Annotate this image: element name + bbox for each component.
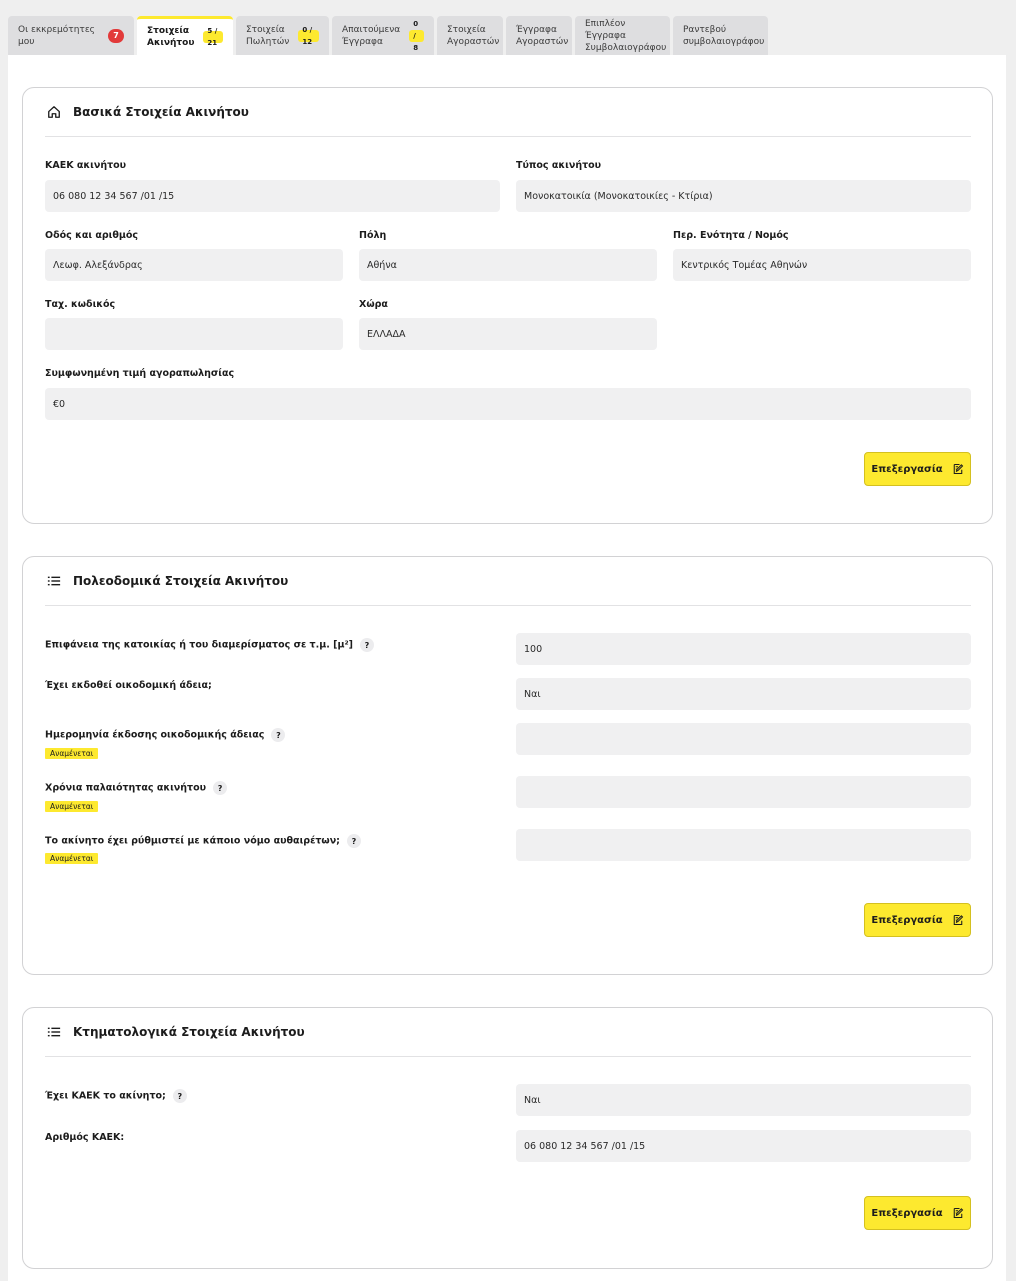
tab-label: Οι εκκρεμότητες μου [18, 24, 95, 47]
basic-details-card: Βασικά Στοιχεία Ακινήτου ΚΑΕΚ ακινήτου 0… [22, 87, 993, 524]
list-icon [47, 576, 61, 586]
help-icon[interactable]: ? [271, 728, 286, 742]
area-label-text: Επιφάνεια της κατοικίας ή του διαμερίσμα… [45, 639, 353, 651]
progress-badge: 0 / 12 [298, 26, 319, 46]
card-title: Βασικά Στοιχεία Ακινήτου [73, 105, 249, 119]
progress-badge: 0 / 8 [409, 20, 424, 52]
pending-badge: Αναμένεται [45, 853, 99, 864]
area-field[interactable]: 100 [516, 633, 971, 665]
age-field[interactable] [516, 776, 971, 808]
tab-label: Στοιχεία Αγοραστών [447, 24, 500, 47]
pending-count-badge: 7 [108, 28, 124, 43]
kaek-label: ΚΑΕΚ ακινήτου [45, 160, 127, 171]
country-field[interactable]: ΕΛΛΑΔΑ [359, 318, 657, 350]
zip-field[interactable] [45, 318, 343, 350]
tab-property-details[interactable]: Στοιχεία Ακινήτου 5 / 21 [137, 16, 233, 55]
permit-field[interactable]: Ναι [516, 678, 971, 710]
has-kaek-label: Έχει ΚΑΕΚ το ακίνητο;? [45, 1089, 187, 1103]
age-label-text: Χρόνια παλαιότητας ακινήτου [45, 782, 207, 794]
help-icon[interactable]: ? [213, 781, 228, 795]
price-field[interactable]: €0 [45, 388, 971, 420]
pending-badge: Αναμένεται [45, 748, 99, 759]
edit-button[interactable]: Επεξεργασία [864, 1196, 971, 1230]
permit-label-text: Έχει εκδοθεί οικοδομική άδεια; [45, 680, 212, 691]
area-label: Επιφάνεια της κατοικίας ή του διαμερίσμα… [45, 638, 374, 652]
edit-icon [953, 914, 963, 926]
card-header: Βασικά Στοιχεία Ακινήτου [45, 88, 971, 137]
permit-date-label-text: Ημερομηνία έκδοσης οικοδομικής άδειας [45, 729, 265, 741]
zip-label: Ταχ. κωδικός [45, 299, 116, 310]
edit-button[interactable]: Επεξεργασία [864, 903, 971, 937]
illegal-regularization-label: Το ακίνητο έχει ρύθμιστεί με κάποιο νόμο… [45, 834, 361, 848]
edit-icon [953, 463, 963, 475]
card-title: Πολεοδομικά Στοιχεία Ακινήτου [73, 574, 289, 588]
card-header: Πολεοδομικά Στοιχεία Ακινήτου [45, 557, 971, 606]
kaek-number-label-text: Αριθμός ΚΑΕΚ: [45, 1132, 125, 1143]
price-label: Συμφωνημένη τιμή αγοραπωλησίας [45, 368, 235, 379]
edit-button-label: Επεξεργασία [871, 914, 943, 926]
has-kaek-label-text: Έχει ΚΑΕΚ το ακίνητο; [45, 1090, 166, 1102]
list-icon [47, 1027, 61, 1037]
edit-icon [953, 1207, 963, 1219]
tab-buyers-documents[interactable]: Έγγραφα Αγοραστών [506, 16, 572, 55]
card-title: Κτηματολογικά Στοιχεία Ακινήτου [73, 1025, 305, 1039]
help-icon[interactable]: ? [359, 638, 374, 652]
region-label: Περ. Ενότητα / Νομός [673, 230, 789, 241]
tab-sellers-details[interactable]: Στοιχεία Πωλητών 0 / 12 [236, 16, 329, 55]
tab-bar: Οι εκκρεμότητες μου 7 Στοιχεία Ακινήτου … [8, 16, 768, 55]
illegal-regularization-label-text: Το ακίνητο έχει ρύθμιστεί με κάποιο νόμο… [45, 835, 340, 847]
street-field[interactable]: Λεωφ. Αλεξάνδρας [45, 249, 343, 281]
city-label: Πόλη [359, 230, 387, 241]
home-icon [48, 106, 60, 118]
pending-badge: Αναμένεται [45, 801, 99, 812]
tab-notary-appointment[interactable]: Ραντεβού συμβολαιογράφου [673, 16, 768, 55]
cadastral-details-card: Κτηματολογικά Στοιχεία Ακινήτου Έχει ΚΑΕ… [22, 1007, 993, 1269]
street-label: Οδός και αριθμός [45, 230, 139, 241]
urban-details-card: Πολεοδομικά Στοιχεία Ακινήτου Επιφάνεια … [22, 556, 993, 975]
property-type-field[interactable]: Μονοκατοικία (Μονοκατοικίες - Κτίρια) [516, 180, 971, 212]
progress-badge: 5 / 21 [203, 27, 223, 47]
region-field[interactable]: Κεντρικός Τομέας Αθηνών [673, 249, 971, 281]
permit-date-label: Ημερομηνία έκδοσης οικοδομικής άδειας? [45, 728, 286, 742]
tab-my-pending[interactable]: Οι εκκρεμότητες μου 7 [8, 16, 134, 55]
property-type-label: Τύπος ακινήτου [516, 160, 602, 171]
country-label: Χώρα [359, 299, 388, 310]
edit-button-label: Επεξεργασία [871, 463, 943, 475]
kaek-field[interactable]: 06 080 12 34 567 /01 /15 [45, 180, 500, 212]
edit-button[interactable]: Επεξεργασία [864, 452, 971, 486]
main-content: Βασικά Στοιχεία Ακινήτου ΚΑΕΚ ακινήτου 0… [8, 55, 1006, 1281]
permit-date-field[interactable] [516, 723, 971, 755]
tab-label: Στοιχεία Πωλητών [246, 24, 290, 47]
tab-extra-notary-documents[interactable]: Επιπλέον Έγγραφα Συμβολαιογράφου [575, 16, 670, 55]
tab-label: Απαιτούμενα Έγγραφα [342, 24, 401, 47]
age-label: Χρόνια παλαιότητας ακινήτου? [45, 781, 228, 795]
card-header: Κτηματολογικά Στοιχεία Ακινήτου [45, 1008, 971, 1057]
kaek-number-field[interactable]: 06 080 12 34 567 /01 /15 [516, 1130, 971, 1162]
edit-button-label: Επεξεργασία [871, 1207, 943, 1219]
has-kaek-field[interactable]: Ναι [516, 1084, 971, 1116]
tab-label: Επιπλέον Έγγραφα Συμβολαιογράφου [585, 18, 667, 53]
tab-label: Στοιχεία Ακινήτου [147, 26, 195, 48]
tab-label: Ραντεβού συμβολαιογράφου [683, 24, 765, 47]
tab-label: Έγγραφα Αγοραστών [516, 24, 569, 47]
permit-label: Έχει εκδοθεί οικοδομική άδεια; [45, 680, 212, 691]
city-field[interactable]: Αθήνα [359, 249, 657, 281]
tab-buyers-details[interactable]: Στοιχεία Αγοραστών [437, 16, 503, 55]
help-icon[interactable]: ? [346, 834, 361, 848]
illegal-regularization-field[interactable] [516, 829, 971, 861]
tab-required-documents[interactable]: Απαιτούμενα Έγγραφα 0 / 8 [332, 16, 434, 55]
kaek-number-label: Αριθμός ΚΑΕΚ: [45, 1132, 124, 1143]
help-icon[interactable]: ? [172, 1089, 187, 1103]
